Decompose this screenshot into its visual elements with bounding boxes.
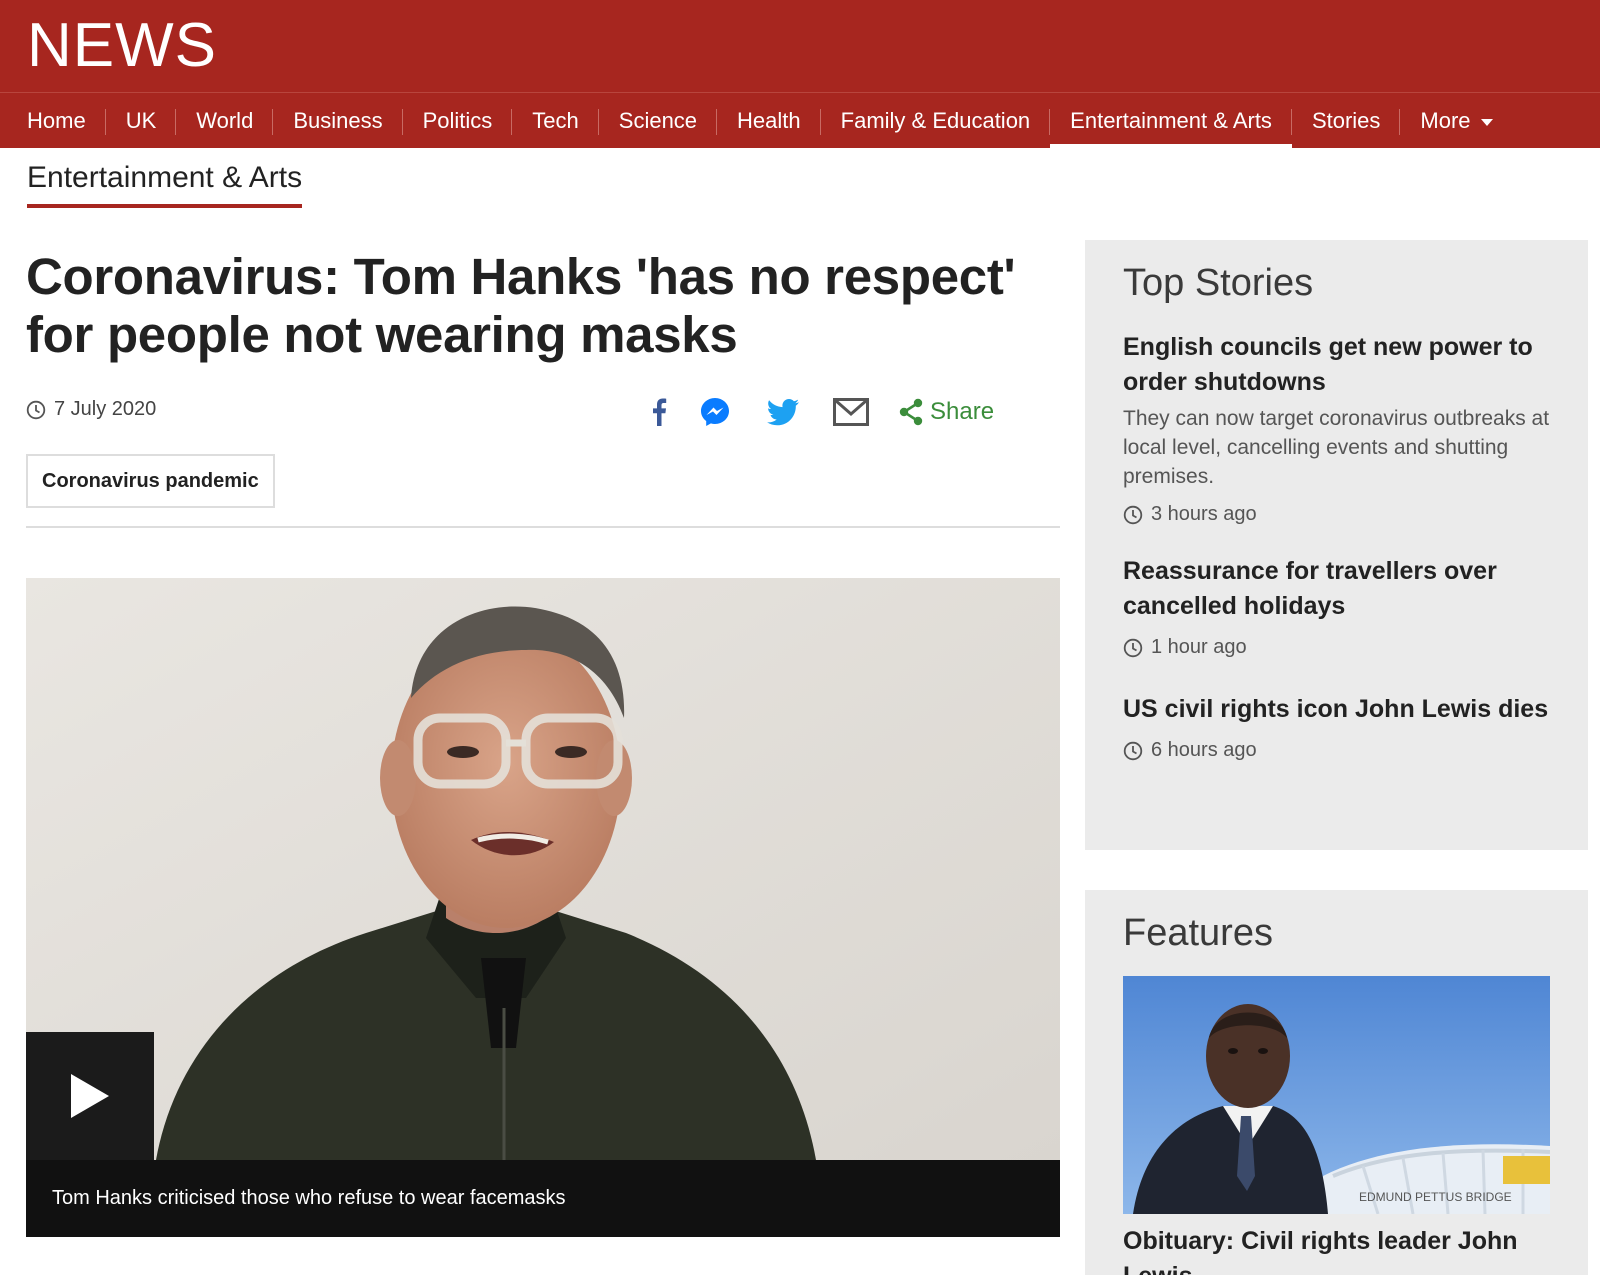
story-time: 1 hour ago <box>1123 636 1553 659</box>
facebook-icon <box>653 398 667 426</box>
topic-tag[interactable]: Coronavirus pandemic <box>26 454 275 508</box>
chevron-down-icon <box>1480 119 1493 126</box>
clock-icon <box>1123 638 1143 657</box>
features-panel: Features EDMUND PETTUS BRIDGE Obituary: … <box>1085 890 1588 1275</box>
nav-item-label: Home <box>27 108 86 133</box>
nav-item-stories[interactable]: Stories <box>1292 93 1401 149</box>
story-time: 3 hours ago <box>1123 503 1553 526</box>
messenger-share-button[interactable] <box>694 392 736 432</box>
play-icon <box>71 1074 109 1118</box>
date-text: 7 July 2020 <box>54 398 157 420</box>
clock-icon <box>26 400 46 419</box>
nav-item-business[interactable]: Business <box>273 93 403 149</box>
nav-item-health[interactable]: Health <box>717 93 821 149</box>
nav-item-label: Entertainment & Arts <box>1070 108 1272 133</box>
story-summary: They can now target coronavirus outbreak… <box>1123 407 1550 488</box>
nav-item-label: World <box>196 108 254 133</box>
nav-item-family-education[interactable]: Family & Education <box>821 93 1051 149</box>
twitter-share-button[interactable] <box>762 392 804 432</box>
video-caption: Tom Hanks criticised those who refuse to… <box>26 1160 1060 1237</box>
story-time-text: 1 hour ago <box>1151 636 1247 658</box>
nav-item-label: Family & Education <box>840 108 1031 133</box>
feature-title[interactable]: Obituary: Civil rights leader John Lewis <box>1123 1224 1553 1275</box>
nav-item-entertainment-arts[interactable]: Entertainment & Arts <box>1050 93 1292 149</box>
story-time-text: 6 hours ago <box>1151 739 1257 761</box>
nav-item-label: UK <box>125 108 157 133</box>
messenger-icon <box>701 398 729 426</box>
story-title[interactable]: US civil rights icon John Lewis dies <box>1123 692 1553 727</box>
nav-item-label: Business <box>293 108 383 133</box>
facebook-share-button[interactable] <box>650 392 668 432</box>
nav-list: Home UK World Business Politics Tech Science He… <box>0 93 1600 149</box>
email-share-button[interactable] <box>830 392 872 432</box>
share-bar: Share <box>650 392 994 432</box>
nav-item-tech[interactable]: Tech <box>512 93 599 149</box>
nav-item-science[interactable]: Science <box>599 93 718 149</box>
top-stories-title: Top Stories <box>1123 262 1314 304</box>
story-title[interactable]: English councils get new power to order … <box>1123 330 1553 400</box>
story-time: 6 hours ago <box>1123 739 1553 762</box>
bridge-sign-text: EDMUND PETTUS BRIDGE <box>1359 1190 1512 1204</box>
nav-item-label: Health <box>737 108 801 133</box>
share-button[interactable]: Share <box>898 392 994 432</box>
nav-item-label: Tech <box>532 108 579 133</box>
story-time-text: 3 hours ago <box>1151 503 1257 525</box>
nav-item-label: Politics <box>422 108 493 133</box>
video-thumbnail <box>26 578 1060 1160</box>
video-player[interactable]: Tom Hanks criticised those who refuse to… <box>26 578 1060 1237</box>
nav-item-home[interactable]: Home <box>7 93 106 149</box>
nav-item-label: More <box>1420 108 1471 133</box>
nav-item-uk[interactable]: UK <box>106 93 177 149</box>
clock-icon <box>1123 741 1143 760</box>
share-icon <box>899 398 923 426</box>
top-stories-panel: Top Stories English councils get new pow… <box>1085 240 1588 850</box>
clock-icon <box>1123 505 1143 524</box>
share-label: Share <box>930 398 995 425</box>
section-label[interactable]: Entertainment & Arts <box>27 160 303 208</box>
story-item: US civil rights icon John Lewis dies 6 h… <box>1123 692 1553 762</box>
masthead: NEWS <box>0 0 1600 92</box>
story-item: English councils get new power to order … <box>1123 330 1553 526</box>
article-date: 7 July 2020 <box>26 398 156 421</box>
twitter-icon <box>767 398 799 425</box>
features-title: Features <box>1123 912 1273 954</box>
divider <box>26 526 1060 528</box>
nav-item-politics[interactable]: Politics <box>403 93 513 149</box>
story-item: Reassurance for travellers over cancelle… <box>1123 554 1553 659</box>
feature-photo: EDMUND PETTUS BRIDGE <box>1123 976 1550 1214</box>
nav-item-world[interactable]: World <box>176 93 274 149</box>
nav-item-label: Stories <box>1311 108 1381 133</box>
nav-item-more[interactable]: More <box>1400 93 1512 149</box>
main-navigation: Home UK World Business Politics Tech Science He… <box>0 92 1600 149</box>
email-icon <box>833 398 869 426</box>
nav-item-label: Science <box>618 108 698 133</box>
play-button[interactable] <box>26 1032 154 1160</box>
news-logo[interactable]: NEWS <box>27 14 217 78</box>
article-headline: Coronavirus: Tom Hanks 'has no respect' … <box>26 248 1016 363</box>
story-title[interactable]: Reassurance for travellers over cancelle… <box>1123 554 1553 624</box>
feature-image[interactable]: EDMUND PETTUS BRIDGE <box>1123 976 1550 1214</box>
